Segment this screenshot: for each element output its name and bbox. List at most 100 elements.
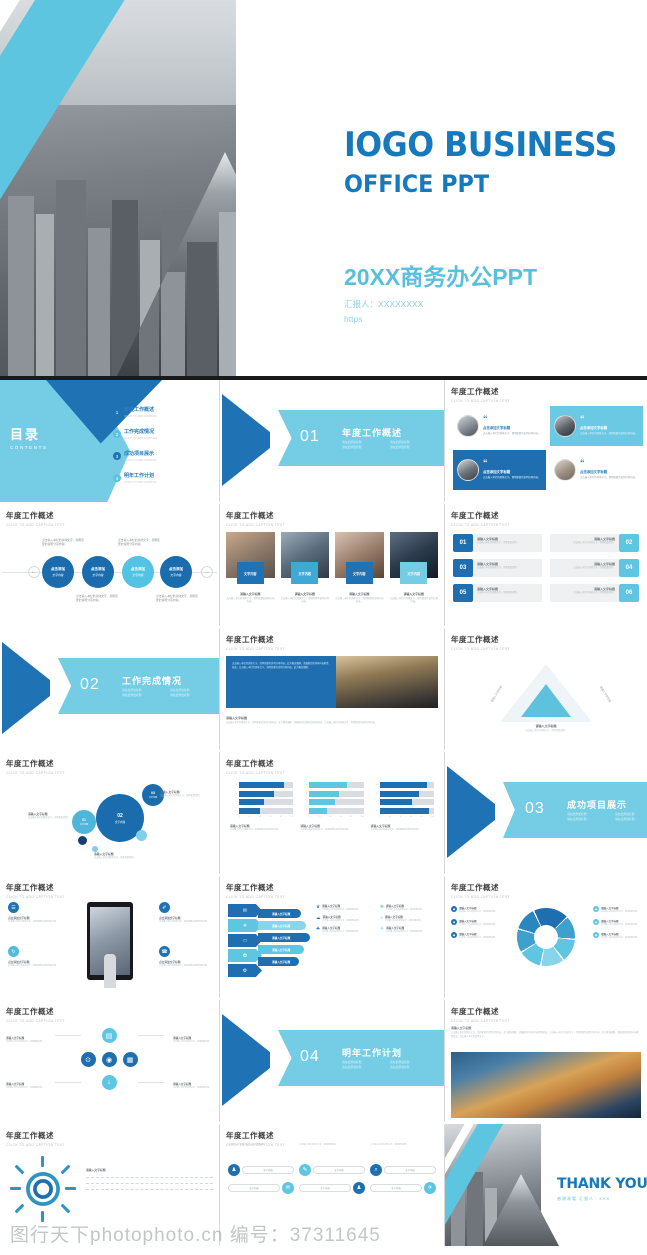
toc-item[interactable]: 2 工作完成情况 CLICK TO ADD CAPTION <box>113 428 205 440</box>
feature-item[interactable]: ✐ 点击添加文字标题 点击输入本栏的具体文字，简明扼要的说明分项内容。 <box>159 902 213 924</box>
legend-item[interactable]: ◆ 请输入文字标题 点击输入本栏的具体文字，简明扼要说明。 <box>593 919 643 927</box>
pill-node[interactable]: 文字内容 ✈ <box>370 1182 436 1194</box>
slide-thumb-text-photo[interactable]: 年度工作概述 CLICK TO ADD CAPTION TEXT 点击输入本栏的… <box>220 628 444 750</box>
pen-icon: ✎ <box>299 1164 311 1176</box>
slide-thumb-triangle-diagram[interactable]: 年度工作概述 CLICK TO ADD CAPTION TEXT 请输入文字标题… <box>445 628 647 750</box>
slide-thumb-section-01[interactable]: 01 年度工作概述 请在此添加标题 请在此添加标题 请在此添加标题 请在此添加标… <box>220 380 444 502</box>
photo-card[interactable]: 文字内容 请输入文字标题 点击输入本栏的具体文字，简明扼要的说明分项内容。 <box>335 532 384 605</box>
slide-thumb-icon-cluster[interactable]: 年度工作概述 CLICK TO ADD CAPTION TEXT ▤ ⊙ ◉ ▦… <box>0 1000 219 1122</box>
legend-text: 点击输入本栏的具体文字，简明扼要说明。 <box>459 911 498 913</box>
toc-item[interactable]: 1 年度工作概述 CLICK TO ADD CAPTION <box>113 406 205 418</box>
document-icon[interactable]: ▤ <box>101 1028 117 1043</box>
photo-card[interactable]: 文字内容 请输入文字标题 点击输入本栏的具体文字，简明扼要的说明分项内容。 <box>389 532 438 605</box>
slide-thumb-testimonials[interactable]: 年度工作概述 CLICK TO ADD CAPTION TEXT “ 点击添加文… <box>445 380 647 502</box>
numbered-row[interactable]: 06 请输入文字标题 点击输入本栏的具体文字，简明扼要说明。 <box>550 584 639 602</box>
arrow-bar-label[interactable]: 请输入文字标题 <box>258 957 299 966</box>
toc-item[interactable]: 4 明年工作计划 CLICK TO ADD CAPTION <box>113 472 205 484</box>
photo-card[interactable]: 文字内容 请输入文字标题 点击输入本栏的具体文字，简明扼要的说明分项内容。 <box>226 532 275 605</box>
feature-text: 点击输入本栏的具体文字，简明扼要的说明分项内容。 <box>159 965 209 967</box>
arrow-bar-label[interactable]: 请输入文字标题 <box>258 921 306 930</box>
slide-thumb-bar-charts[interactable]: 年度工作概述 CLICK TO ADD CAPTION TEXT A B C D… <box>220 752 444 874</box>
briefcase-icon[interactable]: ▦ <box>122 1052 138 1067</box>
numbered-row[interactable]: 01 请输入文字标题 点击输入本栏的具体文字，简明扼要说明。 <box>453 534 542 552</box>
numbered-row[interactable]: 04 请输入文字标题 点击输入本栏的具体文字，简明扼要说明。 <box>550 559 639 577</box>
arrow-bar-label[interactable]: 请输入文字标题 <box>258 945 304 954</box>
bar-chart-panel[interactable]: A B C D 0 20 40 60 80 100 请输入文字标题 点击输入本栏… <box>300 782 364 832</box>
toc-item-list: 1 年度工作概述 CLICK TO ADD CAPTION 2 工作完成情况 C… <box>113 406 205 494</box>
pill-node[interactable]: 文字内容 ✉ <box>228 1182 294 1194</box>
feature-item[interactable]: ☎ 点击添加文字标题 点击输入本栏的具体文字，简明扼要的说明分项内容。 <box>159 946 213 968</box>
section-sub: 请在此添加标题 <box>615 812 635 816</box>
step-icon[interactable]: □ <box>228 934 262 947</box>
bar-chart-panel[interactable]: A B C D 0 20 40 60 80 100 请输入文字标题 点击输入本栏… <box>230 782 294 832</box>
legend-item[interactable]: ◆ 请输入文字标题 点击输入本栏的具体文字，简明扼要说明。 <box>451 919 501 927</box>
bar-chart-panel[interactable]: A B C D 0 20 40 60 80 100 请输入文字标题 点击输入本栏… <box>371 782 434 832</box>
donut-chart[interactable] <box>517 908 575 966</box>
plane-icon: ✈ <box>424 1182 436 1194</box>
testimonial-card[interactable]: “ 点击添加文字标题 点击输入本栏的具体文字，简明扼要的说明分项内容。 <box>550 450 643 490</box>
detail-item[interactable]: ◑ 请输入文字标题 点击输入本栏的具体文字，简明扼要说明。 <box>380 915 440 923</box>
testimonial-text: 点击输入本栏的具体文字，简明扼要的说明分项内容。 <box>483 475 541 479</box>
slide-thumb-city-photo[interactable]: 年度工作概述 CLICK TO ADD CAPTION TEXT 请输入文字标题… <box>445 1000 647 1122</box>
download-icon[interactable]: ↓ <box>101 1075 117 1090</box>
timeline-node[interactable]: 点击添加 文字内容 <box>82 556 114 588</box>
detail-item[interactable]: ❁ 请输入文字标题 点击输入本栏的具体文字，简明扼要说明。 <box>380 904 440 912</box>
testimonial-card[interactable]: “ 点击添加文字标题 点击输入本栏的具体文字，简明扼要的说明分项内容。 <box>550 406 643 446</box>
pill-node[interactable]: ⌕ 文字内容 <box>370 1164 436 1176</box>
slide-thumb-thank-you[interactable]: THANK YOU 感谢观看 汇报人：XXX <box>445 1124 647 1246</box>
slide-thumb-numbered-list[interactable]: 年度工作概述 CLICK TO ADD CAPTION TEXT 01 请输入文… <box>445 504 647 626</box>
slide-thumb-tablet[interactable]: 年度工作概述 CLICK TO ADD CAPTION TEXT ☰ 点击添加文… <box>0 876 219 998</box>
person-icon: ♟ <box>353 1182 365 1194</box>
pill-node[interactable]: 文字内容 ♟ <box>299 1182 365 1194</box>
globe-icon[interactable]: ◉ <box>101 1052 117 1067</box>
feature-item[interactable]: ☰ 点击添加文字标题 点击输入本栏的具体文字，简明扼要的说明分项内容。 <box>8 902 62 924</box>
slide-thumb-section-02[interactable]: 02 工作完成情况 请在此添加标题 请在此添加标题 请在此添加标题 请在此添加标… <box>0 628 219 750</box>
toc-item-en: CLICK TO ADD CAPTION <box>124 436 157 440</box>
timeline-node[interactable]: 点击添加 文字内容 <box>122 556 154 588</box>
step-icon[interactable]: ✿ <box>228 949 262 962</box>
detail-item[interactable]: ☘ 请输入文字标题 点击输入本栏的具体文字，简明扼要说明。 <box>316 926 376 934</box>
cluster-caption-text: 点击输入本栏的具体文字，简明扼要说明。 <box>173 1087 212 1089</box>
cluster-caption-title: 请输入文字标题 <box>6 1083 25 1086</box>
slide-thumb-lightbulb[interactable]: 年度工作概述 CLICK TO ADD CAPTION TEXT 请输入文字标题 <box>0 1124 219 1246</box>
slide-thumb-bubbles[interactable]: 年度工作概述 CLICK TO ADD CAPTION TEXT 02 文字内容… <box>0 752 219 874</box>
slide-thumb-photo-cards[interactable]: 年度工作概述 CLICK TO ADD CAPTION TEXT 文字内容 请输… <box>220 504 444 626</box>
numbered-row[interactable]: 02 请输入文字标题 点击输入本栏的具体文字，简明扼要说明。 <box>550 534 639 552</box>
detail-item[interactable]: ⚘ 请输入文字标题 点击输入本栏的具体文字，简明扼要说明。 <box>380 926 440 934</box>
target-icon[interactable]: ⊙ <box>80 1052 96 1067</box>
legend-item[interactable]: ◆ 请输入文字标题 点击输入本栏的具体文字，简明扼要说明。 <box>593 906 643 914</box>
pill-node[interactable]: ♟ 文字内容 <box>228 1164 294 1176</box>
slide-thumb-pill-icons[interactable]: 年度工作概述 CLICK TO ADD CAPTION TEXT 点击输入本栏的… <box>220 1124 444 1246</box>
slide-thumb-circle-timeline[interactable]: 年度工作概述 CLICK TO ADD CAPTION TEXT ← → 点击添… <box>0 504 219 626</box>
slide-thumb-section-04[interactable]: 04 明年工作计划 请在此添加标题 请在此添加标题 请在此添加标题 请在此添加标… <box>220 1000 444 1122</box>
legend-item[interactable]: ◆ 请输入文字标题 点击输入本栏的具体文字，简明扼要说明。 <box>451 932 501 940</box>
timeline-node[interactable]: 点击添加 文字内容 <box>160 556 192 588</box>
legend-bullet-icon: ◆ <box>451 919 457 925</box>
slide-thumb-section-03[interactable]: 03 成功项目展示 请在此添加标题 请在此添加标题 请在此添加标题 请在此添加标… <box>445 752 647 874</box>
bar-fill <box>379 799 413 805</box>
step-icon[interactable]: ✉ <box>228 904 262 917</box>
row-number: 05 <box>453 584 473 602</box>
slide-thumb-donut[interactable]: 年度工作概述 CLICK TO ADD CAPTION TEXT ◆ 请输入文字… <box>445 876 647 998</box>
step-icon[interactable]: ☀ <box>228 919 262 932</box>
arrow-bar-label[interactable]: 请输入文字标题 <box>258 909 301 918</box>
legend-item[interactable]: ◆ 请输入文字标题 点击输入本栏的具体文字，简明扼要说明。 <box>593 932 643 940</box>
toc-item[interactable]: 3 成功项目展示 CLICK TO ADD CAPTION <box>113 450 205 462</box>
numbered-row[interactable]: 03 请输入文字标题 点击输入本栏的具体文字，简明扼要说明。 <box>453 559 542 577</box>
slide-thumb-contents[interactable]: 目录 CONTENTS 1 年度工作概述 CLICK TO ADD CAPTIO… <box>0 380 219 502</box>
detail-item[interactable]: ☁ 请输入文字标题 点击输入本栏的具体文字，简明扼要说明。 <box>316 915 376 923</box>
testimonial-card[interactable]: “ 点击添加文字标题 点击输入本栏的具体文字，简明扼要的说明分项内容。 <box>453 450 546 490</box>
detail-item[interactable]: ♛ 请输入文字标题 点击输入本栏的具体文字，简明扼要说明。 <box>316 904 376 912</box>
step-icon[interactable]: ⚙ <box>228 964 262 977</box>
legend-item[interactable]: ◆ 请输入文字标题 点击输入本栏的具体文字，简明扼要说明。 <box>451 906 501 914</box>
arrow-bar-label[interactable]: 请输入文字标题 <box>258 933 310 942</box>
slide-caption: CLICK TO ADD CAPTION TEXT <box>451 1018 510 1023</box>
bubble-node[interactable]: 01 文字内容 <box>72 810 96 834</box>
feature-item[interactable]: ↻ 点击添加文字标题 点击输入本栏的具体文字，简明扼要的说明分项内容。 <box>8 946 62 968</box>
slide-thumb-arrow-list[interactable]: 年度工作概述 CLICK TO ADD CAPTION TEXT ✉ ☀ □ ✿… <box>220 876 444 998</box>
timeline-node[interactable]: 点击添加 文字内容 <box>42 556 74 588</box>
photo-card[interactable]: 文字内容 请输入文字标题 点击输入本栏的具体文字，简明扼要的说明分项内容。 <box>280 532 329 605</box>
pill-node[interactable]: ✎ 文字内容 <box>299 1164 365 1176</box>
testimonial-card[interactable]: “ 点击添加文字标题 点击输入本栏的具体文字，简明扼要的说明分项内容。 <box>453 406 546 446</box>
numbered-row[interactable]: 05 请输入文字标题 点击输入本栏的具体文字，简明扼要说明。 <box>453 584 542 602</box>
